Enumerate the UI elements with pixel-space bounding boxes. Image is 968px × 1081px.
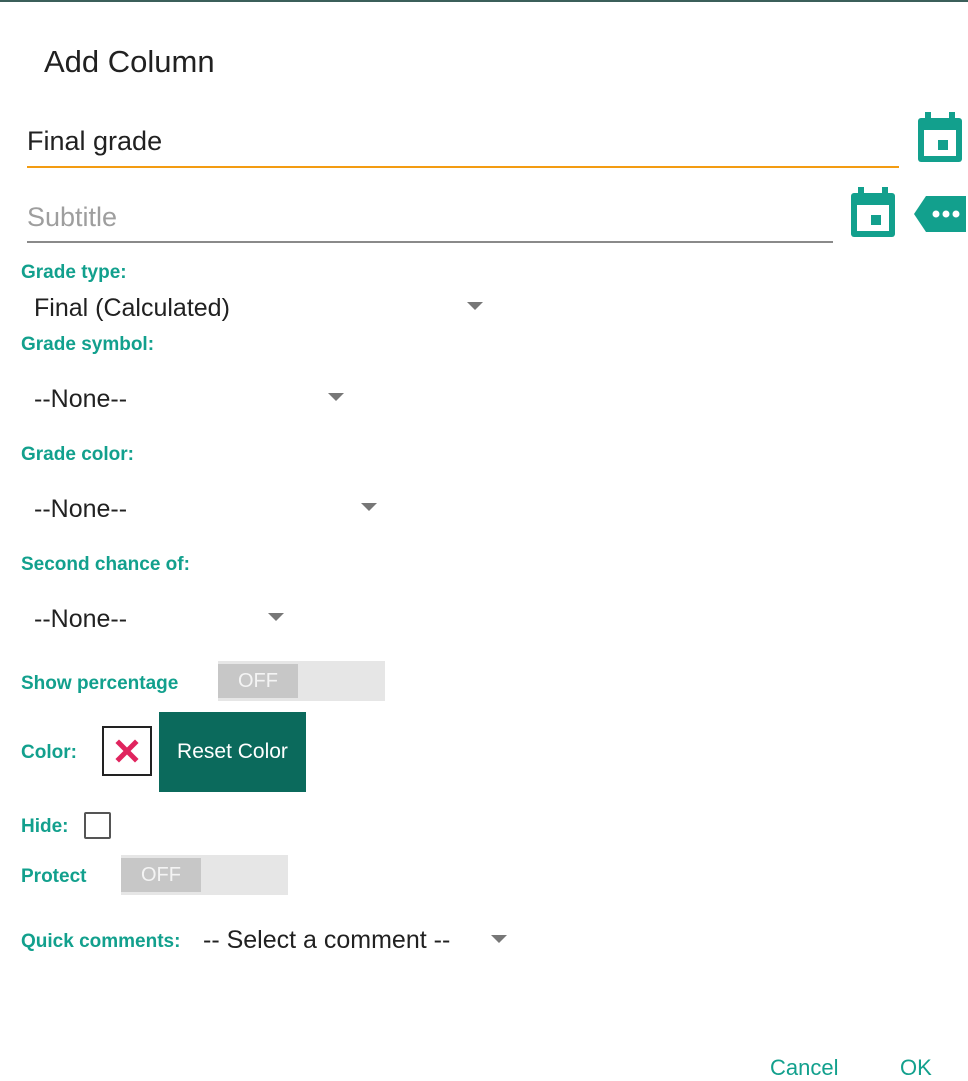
quick-comments-label: Quick comments: [21,931,181,952]
dropdown-caret-icon[interactable] [491,935,507,943]
cancel-button[interactable]: Cancel [770,1055,838,1081]
tag-more-icon[interactable] [914,196,966,237]
quick-comments-select[interactable]: -- Select a comment -- [203,926,450,955]
grade-color-label: Grade color: [21,444,134,465]
hide-label: Hide: [21,816,69,837]
dropdown-caret-icon[interactable] [467,302,483,310]
dialog-title: Add Column [44,44,215,79]
second-chance-select[interactable]: --None-- [34,605,127,634]
hide-checkbox[interactable] [84,812,111,839]
color-swatch[interactable] [102,726,152,776]
toggle-thumb: OFF [218,664,298,698]
grade-type-label: Grade type: [21,262,127,283]
grade-symbol-value: --None-- [34,385,128,413]
grade-color-select[interactable]: --None-- [34,495,127,524]
calendar-icon[interactable] [849,187,897,244]
close-x-icon [115,739,139,763]
grade-symbol-select[interactable]: --None-- [34,385,127,414]
subtitle-input[interactable]: Subtitle [27,200,833,243]
grade-color-value: --None-- [34,495,128,523]
dropdown-caret-icon[interactable] [328,393,344,401]
dropdown-caret-icon[interactable] [268,613,284,621]
protect-toggle[interactable]: OFF [121,855,288,895]
quick-comments-value: -- Select a comment -- [203,926,451,954]
calendar-icon[interactable] [916,112,964,169]
grade-type-select[interactable]: Final (Calculated) [34,294,230,323]
ok-button[interactable]: OK [900,1055,932,1081]
column-title-value: Final grade [27,126,163,156]
top-divider [0,0,968,2]
toggle-thumb: OFF [121,858,201,892]
second-chance-value: --None-- [34,605,128,633]
grade-symbol-label: Grade symbol: [21,334,155,355]
subtitle-placeholder: Subtitle [27,202,118,232]
show-percentage-toggle[interactable]: OFF [218,661,385,701]
protect-label: Protect [21,866,87,887]
dropdown-caret-icon[interactable] [361,503,377,511]
second-chance-label: Second chance of: [21,554,190,575]
grade-type-value: Final (Calculated) [34,294,230,322]
column-title-input[interactable]: Final grade [27,124,899,168]
color-label: Color: [21,742,77,763]
show-percentage-label: Show percentage [21,673,179,694]
reset-color-button[interactable]: Reset Color [159,712,306,792]
add-column-dialog: Add Column Final grade Subtitle Grade ty… [0,0,968,1081]
